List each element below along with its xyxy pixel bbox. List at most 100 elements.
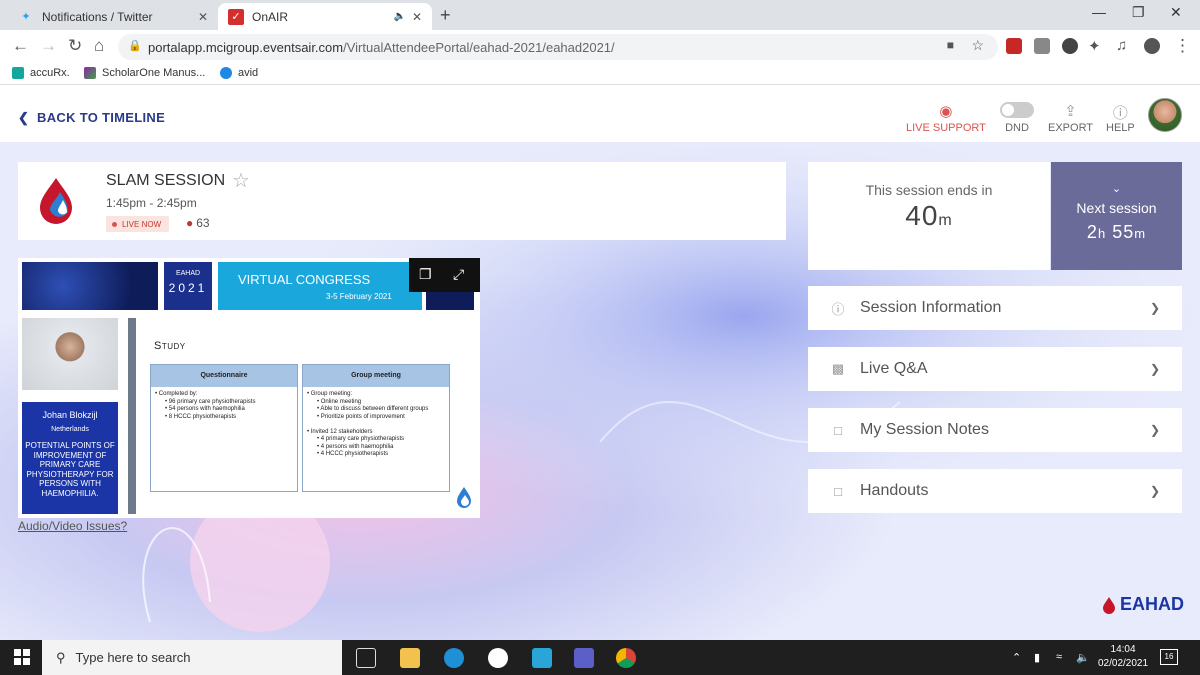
forward-arrow-icon[interactable]: →: [40, 36, 57, 56]
bookmark-avid[interactable]: avid: [220, 67, 258, 79]
accordion-label: Handouts: [860, 482, 929, 499]
session-timer: This session ends in 40m: [808, 162, 1050, 270]
accurx-icon: [12, 67, 24, 79]
banner-eahad: EAHAD 2021: [164, 262, 212, 310]
bookmark-accurx[interactable]: accuRx.: [12, 67, 70, 79]
media-control-icon[interactable]: ♫: [1116, 37, 1127, 54]
close-window-icon[interactable]: ✕: [1170, 4, 1182, 21]
bookmarks-bar: accuRx. ScholarOne Manus... avid: [0, 63, 1200, 85]
reload-icon[interactable]: ↻: [68, 36, 82, 56]
bookmark-label: avid: [238, 67, 259, 79]
export-icon: ⇪: [1064, 103, 1077, 120]
task-view-icon[interactable]: [356, 648, 376, 668]
chevron-down-icon[interactable]: ⌄: [1051, 182, 1182, 195]
session-title: SLAM SESSION: [106, 172, 226, 189]
next-session-label: Next session: [1076, 200, 1157, 216]
help-label: HELP: [1106, 122, 1135, 134]
teams-icon[interactable]: [574, 648, 594, 668]
accordion-session-information[interactable]: ⓘ Session Information ❯: [808, 286, 1182, 330]
remote-desktop-icon[interactable]: [532, 648, 552, 668]
live-support-label: LIVE SUPPORT: [906, 122, 986, 134]
extension-n-icon[interactable]: [1034, 38, 1050, 54]
volume-icon[interactable]: 🔈: [1076, 651, 1090, 664]
picture-in-picture-icon[interactable]: ❐: [419, 266, 432, 283]
wifi-icon[interactable]: ≈: [1056, 651, 1062, 663]
group-meeting-box: Group meeting • Group meeting: • Online m…: [302, 364, 450, 492]
camera-icon[interactable]: ■: [947, 38, 954, 52]
extensions-puzzle-icon[interactable]: ✦: [1088, 37, 1101, 55]
favorite-star-icon[interactable]: ☆: [232, 168, 250, 193]
profile-icon[interactable]: [1144, 38, 1160, 54]
battery-icon[interactable]: ▮: [1034, 651, 1040, 664]
minimize-icon[interactable]: —: [1092, 4, 1106, 20]
tab-onair[interactable]: ✓ OnAIR 🔈 ✕: [218, 3, 432, 30]
extension-red-icon[interactable]: [1006, 38, 1022, 54]
banner-eahad-text: EAHAD: [175, 270, 201, 277]
url-path: /VirtualAttendeePortal/eahad-2021/eahad2…: [343, 39, 615, 55]
video-player[interactable]: EAHAD 2021 VIRTUAL CONGRESS 3-5 February…: [18, 258, 480, 518]
timer-value: 40m: [808, 200, 1050, 232]
extension-circle-icon[interactable]: [1062, 38, 1078, 54]
speaker-icon[interactable]: 🔈: [393, 11, 405, 22]
back-arrow-icon[interactable]: ←: [12, 36, 29, 56]
next-h-unit: h: [1097, 226, 1107, 241]
dnd-label: DND: [1005, 122, 1029, 134]
slide-bullet: • Prioritize points of improvement: [317, 413, 405, 420]
accordion-my-session-notes[interactable]: □ My Session Notes ❯: [808, 408, 1182, 452]
bookmark-star-icon[interactable]: ☆: [971, 37, 984, 54]
notification-center-icon[interactable]: 16: [1160, 649, 1178, 665]
accordion-handouts[interactable]: □ Handouts ❯: [808, 469, 1182, 513]
chevron-down-icon: ❯: [1149, 484, 1160, 498]
page-content: ❮ BACK TO TIMELINE ◉ LIVE SUPPORT DND ⇪ …: [0, 86, 1200, 640]
edge-icon[interactable]: [444, 648, 464, 668]
speaker-info: Johan Blokzijl Netherlands POTENTIAL POI…: [22, 402, 118, 514]
address-bar[interactable]: 🔒 portalapp.mcigroup.eventsair.com/Virtu…: [118, 34, 998, 60]
avatar[interactable]: [1148, 98, 1182, 132]
slide-bullet: • Online meeting: [317, 398, 362, 405]
windows-taskbar: ⚲ Type here to search ⌃ ▮ ≈ 🔈 14:04 02/0…: [0, 640, 1200, 675]
session-time: 1:45pm - 2:45pm: [106, 196, 197, 210]
export-button[interactable]: ⇪ EXPORT: [1048, 102, 1093, 134]
banner-congress: VIRTUAL CONGRESS 3-5 February 2021: [218, 262, 422, 310]
accordion-live-qa[interactable]: ▩ Live Q&A ❯: [808, 347, 1182, 391]
slide-bullet: • Completed by:: [155, 391, 198, 397]
slide-bullet: • Group meeting:: [307, 391, 353, 397]
fullscreen-icon[interactable]: ⤢: [453, 266, 464, 283]
close-icon[interactable]: ✕: [412, 10, 422, 24]
tab-label: OnAIR: [252, 9, 289, 24]
chrome-icon[interactable]: [616, 648, 636, 668]
slide-bullet: [307, 421, 445, 429]
slide-title: Study: [154, 340, 186, 352]
next-session-card[interactable]: ⌄ Next session 2h 55m: [1051, 162, 1182, 270]
taskbar-search[interactable]: ⚲ Type here to search: [42, 640, 342, 675]
back-to-timeline-link[interactable]: ❮ BACK TO TIMELINE: [18, 110, 165, 126]
new-tab-button[interactable]: +: [440, 5, 451, 26]
windows-start-icon[interactable]: [14, 649, 30, 665]
skype-icon[interactable]: [488, 648, 508, 668]
help-icon: ⓘ: [1112, 105, 1128, 122]
file-explorer-icon[interactable]: [400, 648, 420, 668]
tab-twitter[interactable]: ✦ Notifications / Twitter ✕: [8, 3, 218, 30]
help-button[interactable]: ⓘ HELP: [1106, 102, 1135, 134]
brand-logo-text: EAHAD: [1120, 594, 1185, 614]
questionnaire-header: Questionnaire: [151, 365, 297, 387]
live-support-button[interactable]: ◉ LIVE SUPPORT: [906, 102, 986, 134]
banner-congress-title: VIRTUAL CONGRESS: [238, 272, 371, 287]
scholarone-icon: [84, 67, 96, 79]
audio-video-issues-link[interactable]: Audio/Video Issues?: [18, 519, 127, 533]
slide-bullet: • 4 HCCC physiotherapists: [317, 451, 389, 457]
bookmark-scholarone[interactable]: ScholarOne Manus...: [84, 67, 205, 79]
next-session-countdown: 2h 55m: [1051, 222, 1182, 243]
restore-icon[interactable]: ❐: [1132, 4, 1145, 21]
close-icon[interactable]: ✕: [198, 10, 208, 24]
viewer-count: ● 63: [186, 216, 210, 230]
menu-dots-icon[interactable]: ⋮: [1174, 36, 1191, 56]
home-icon[interactable]: ⌂: [94, 36, 104, 56]
dnd-toggle[interactable]: DND: [1000, 102, 1034, 134]
questionnaire-box: Questionnaire • Completed by: • 96 primar…: [150, 364, 298, 492]
system-clock[interactable]: 14:04 02/02/2021: [1098, 643, 1148, 671]
accordion-label: My Session Notes: [860, 421, 989, 438]
notes-icon: □: [834, 422, 842, 438]
chevron-up-icon[interactable]: ⌃: [1012, 651, 1021, 664]
group-meeting-header: Group meeting: [303, 365, 449, 387]
